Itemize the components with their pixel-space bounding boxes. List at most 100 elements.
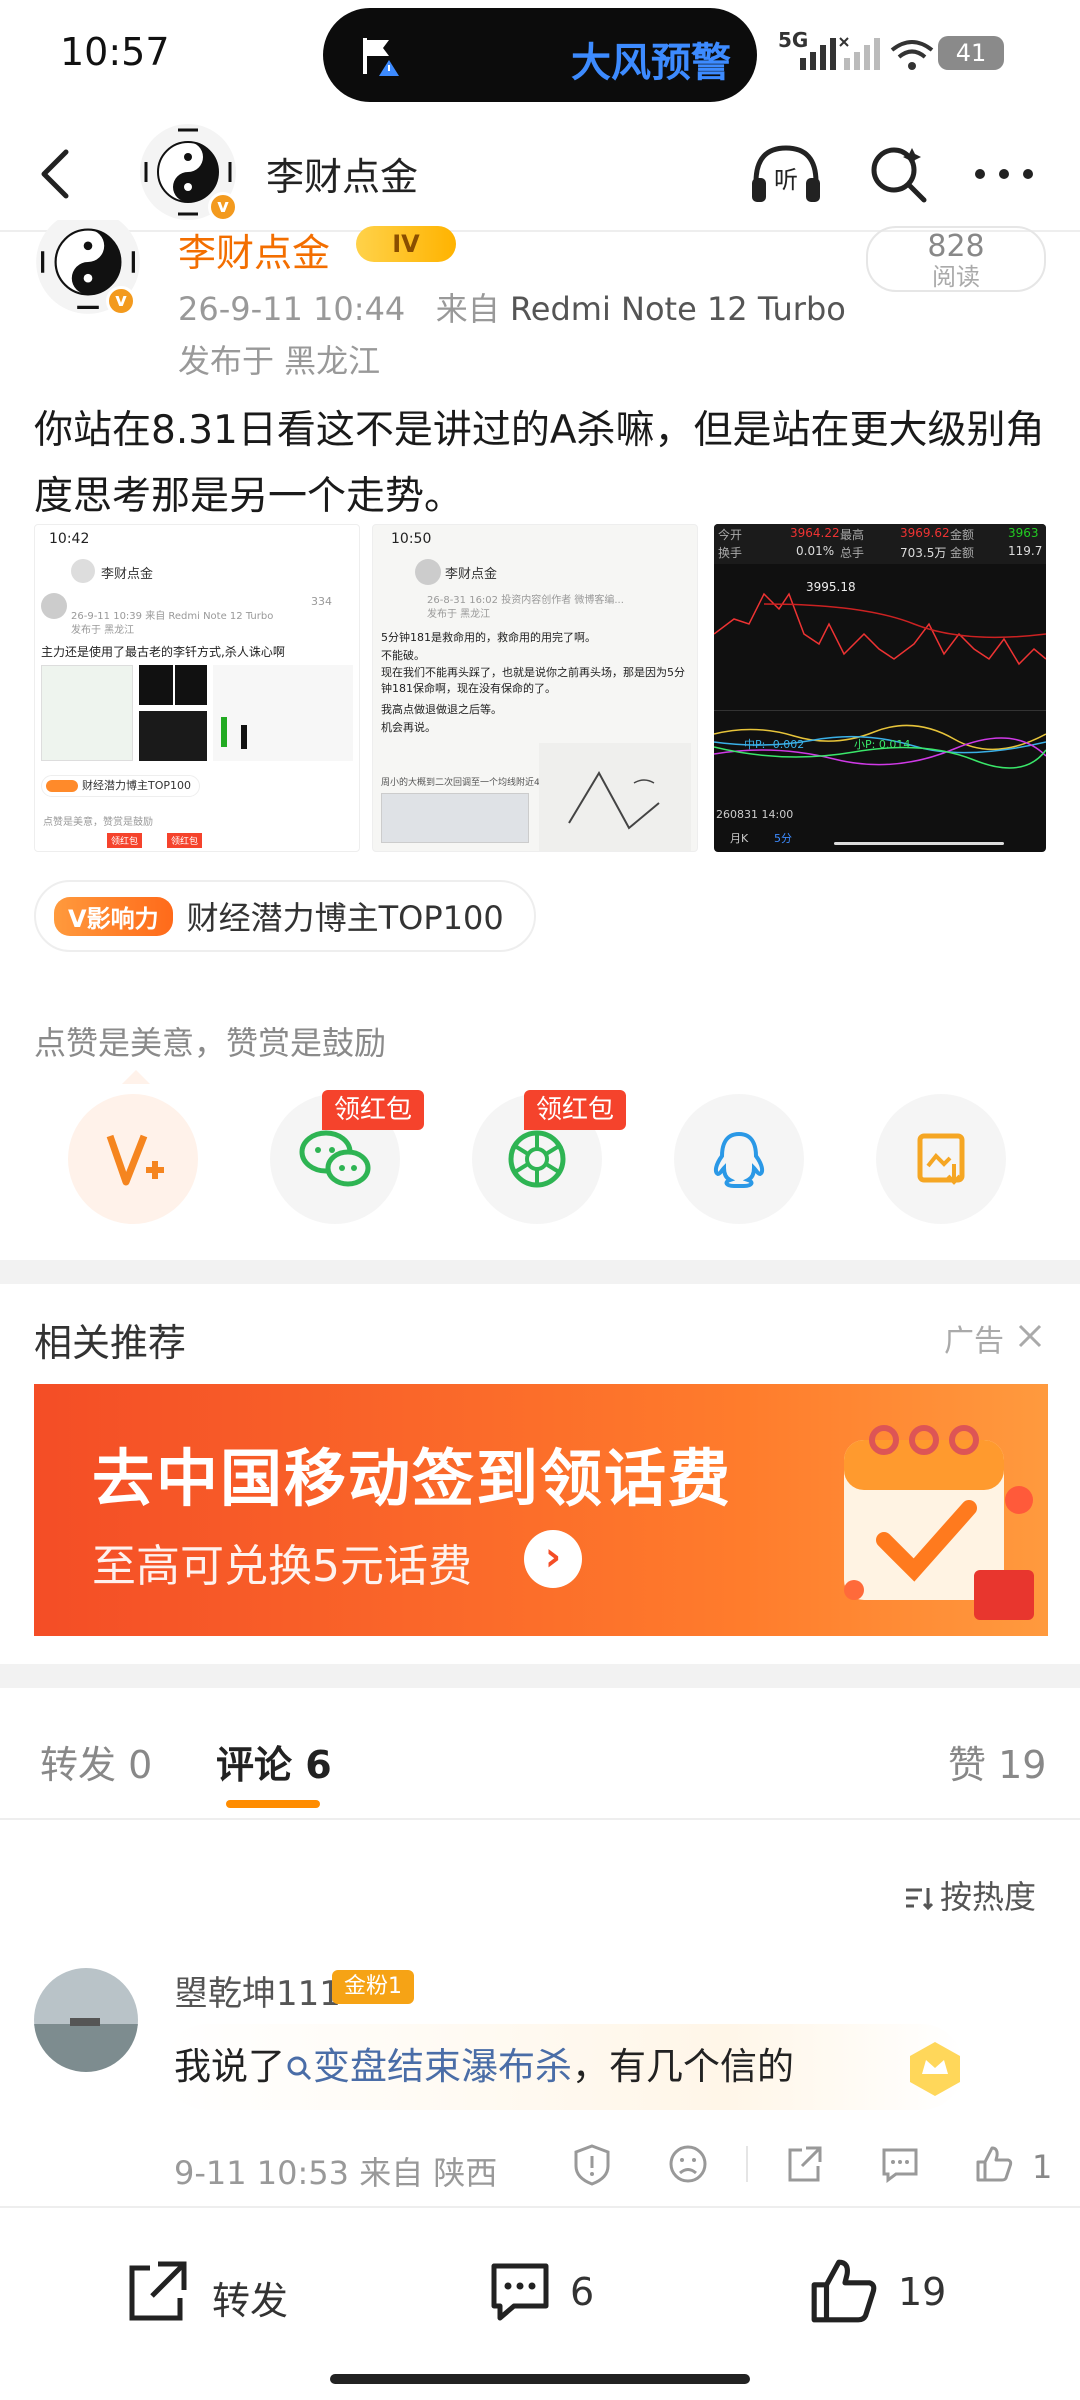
thumb1-red-tag: 领红包 [107, 833, 143, 848]
header-avatar[interactable]: v [138, 122, 238, 222]
thumb1-text: 主力还是使用了最古老的李钎方式,杀人诛心啊 [41, 645, 285, 659]
thumb2-line2: 不能破。 [381, 649, 425, 662]
read-label: 阅读 [932, 263, 980, 291]
commenter-avatar[interactable] [34, 1968, 138, 2072]
section-separator [0, 1260, 1080, 1284]
share-qq-button[interactable] [674, 1094, 804, 1224]
system-icons: 5G 41 [778, 28, 1038, 78]
post-image-3-kline[interactable]: 今开 3964.22 最高 3969.62 金额 3963 换手 0.01% 总… [714, 524, 1046, 852]
share-icon[interactable] [782, 2142, 826, 2186]
status-bar: 10:57 大风预警 5G 41 [0, 0, 1080, 110]
dynamic-island-alert[interactable]: 大风预警 [323, 8, 757, 102]
level-badge: IV [356, 226, 456, 262]
section-separator-2 [0, 1664, 1080, 1688]
thumb1-location: 发布于 黑龙江 [71, 625, 135, 636]
thumb2-line1: 5分钟181是救命用的，救命用的用完了啊。 [381, 631, 596, 644]
fan-badge: 金粉1 [332, 1970, 414, 2004]
home-indicator[interactable] [330, 2374, 750, 2384]
comment-bubble-icon [491, 2263, 549, 2321]
listen-headphones-icon[interactable]: 听 [748, 142, 824, 206]
bottom-action-bar: 转发 6 19 [0, 2206, 1080, 2400]
save-image-button[interactable] [876, 1094, 1006, 1224]
like-thumb-icon [811, 2259, 877, 2323]
post-image-2[interactable]: 10:50 李财点金 26-8-31 16:02 投资内容创作者 微博客编...… [372, 524, 698, 852]
thumb3-h1: 今开 [718, 528, 743, 542]
tab-comment[interactable]: 评论 6 [216, 1734, 332, 1789]
post-device[interactable]: Redmi Note 12 Turbo [510, 290, 846, 328]
thumb1-badge: 财经潜力博主TOP100 [41, 775, 201, 797]
thumb3-tab-month: 月K [730, 832, 749, 845]
sea-photo-avatar-icon [34, 1968, 138, 2072]
tab-repost[interactable]: 转发 0 [40, 1734, 152, 1789]
sort-by-heat-button[interactable]: 按热度 [904, 1872, 1036, 1918]
banner-arrow-icon: › [524, 1530, 582, 1588]
thumb1-name: 李财点金 [101, 567, 154, 582]
tab-divider [0, 1818, 1080, 1820]
thumb2-meta: 26-8-31 16:02 投资内容创作者 微博客编... [427, 595, 624, 606]
ad-label: 广告 [944, 1324, 1004, 1359]
post-date: 26-9-11 10:44 [178, 290, 406, 328]
dislike-face-icon[interactable] [666, 2142, 710, 2186]
tab-comment-count: 6 [305, 1743, 332, 1787]
signal-icon [800, 38, 836, 70]
related-title: 相关推荐 [34, 1321, 187, 1365]
thumb2-line4: 我高点做退做退之后等。 [381, 703, 502, 716]
more-options-icon[interactable] [972, 162, 1036, 186]
sort-label: 按热度 [940, 1878, 1037, 1916]
comment-topic-link[interactable]: 变盘结束瀑布杀 [285, 2045, 572, 2088]
thumb3-v1: 3964.22 [790, 526, 840, 540]
vplus-icon [106, 1134, 164, 1186]
sort-icon [906, 1888, 934, 1911]
influence-badge[interactable]: V影响力 财经潜力博主TOP100 [34, 880, 536, 952]
save-image-icon [917, 1133, 965, 1185]
reply-comment-icon[interactable] [878, 2142, 922, 2186]
calendar-check-icon [844, 1425, 1034, 1620]
tab-comment-label: 评论 [216, 1743, 293, 1787]
comment-text-after: ，有几个信的 [572, 2045, 794, 2088]
thumb3-price-label: 3995.18 [806, 580, 856, 594]
back-arrow-icon[interactable] [36, 148, 76, 200]
report-icon[interactable] [570, 2142, 614, 2186]
bottom-comment-count: 6 [570, 2270, 595, 2314]
tab-like-label: 赞 [948, 1743, 987, 1787]
ad-banner[interactable]: 去中国移动签到领话费 至高可兑换5元话费 › [34, 1384, 1048, 1636]
battery-indicator: 41 [938, 36, 1004, 70]
thumb3-h6: 金额 [950, 546, 975, 560]
author-avatar[interactable]: v [34, 220, 142, 320]
tab-repost-count: 0 [128, 1743, 153, 1787]
thumb3-bottom-bar [834, 842, 1004, 845]
thumb3-v5: 703.5万 [900, 546, 947, 560]
reward-pointer [122, 1070, 150, 1084]
commenter-name[interactable]: 曌乾坤111 [174, 1966, 341, 2015]
comment-time: 9-11 10:53 [174, 2154, 350, 2192]
bottom-comment-button[interactable]: 6 [484, 2256, 624, 2336]
ad-close[interactable]: 广告 [944, 1316, 1048, 1359]
thumb2-chart-screens [381, 743, 531, 843]
red-packet-tag-1: 领红包 [322, 1090, 425, 1130]
post-image-1[interactable]: 10:42 李财点金 26-9-11 10:39 来自 Redmi Note 1… [34, 524, 360, 852]
tab-like-count: 19 [998, 1743, 1047, 1787]
bottom-repost-button[interactable]: 转发 [120, 2256, 320, 2336]
search-icon [287, 2056, 312, 2081]
header-account-name[interactable]: 李财点金 [266, 146, 418, 201]
banner-subtitle: 至高可兑换5元话费 [92, 1541, 472, 1592]
thumb1-reads: 334 [311, 595, 332, 608]
comment-text-before: 我说了 [174, 2045, 285, 2088]
search-icon[interactable] [866, 142, 930, 206]
thumb3-indicator-2: 小P: 0.014 [854, 738, 911, 751]
thumb3-v3: 3963 [1008, 526, 1039, 540]
comment-like-count: 1 [1032, 2148, 1053, 2186]
red-packet-tag-2: 领红包 [524, 1090, 627, 1130]
bottom-like-button[interactable]: 19 [808, 2254, 968, 2334]
read-count: 828 [927, 229, 985, 264]
thumb3-h3: 金额 [950, 528, 975, 542]
thumb2-time: 10:50 [391, 531, 432, 547]
author-name[interactable]: 李财点金 [178, 222, 330, 277]
thumb3-indicator-1: 中P: -0.002 [744, 738, 805, 751]
reward-vplus-button[interactable] [68, 1094, 198, 1224]
comment-like-icon[interactable] [972, 2142, 1016, 2186]
banner-title: 去中国移动签到领话费 [92, 1442, 733, 1515]
tab-like[interactable]: 赞 19 [948, 1734, 1046, 1789]
thumb1-time: 10:42 [49, 531, 90, 547]
thumb2-line3: 现在我们不能再头踩了，也就是说你之前再头场，那是因为5分钟181保命啊，现在没有… [381, 666, 685, 695]
